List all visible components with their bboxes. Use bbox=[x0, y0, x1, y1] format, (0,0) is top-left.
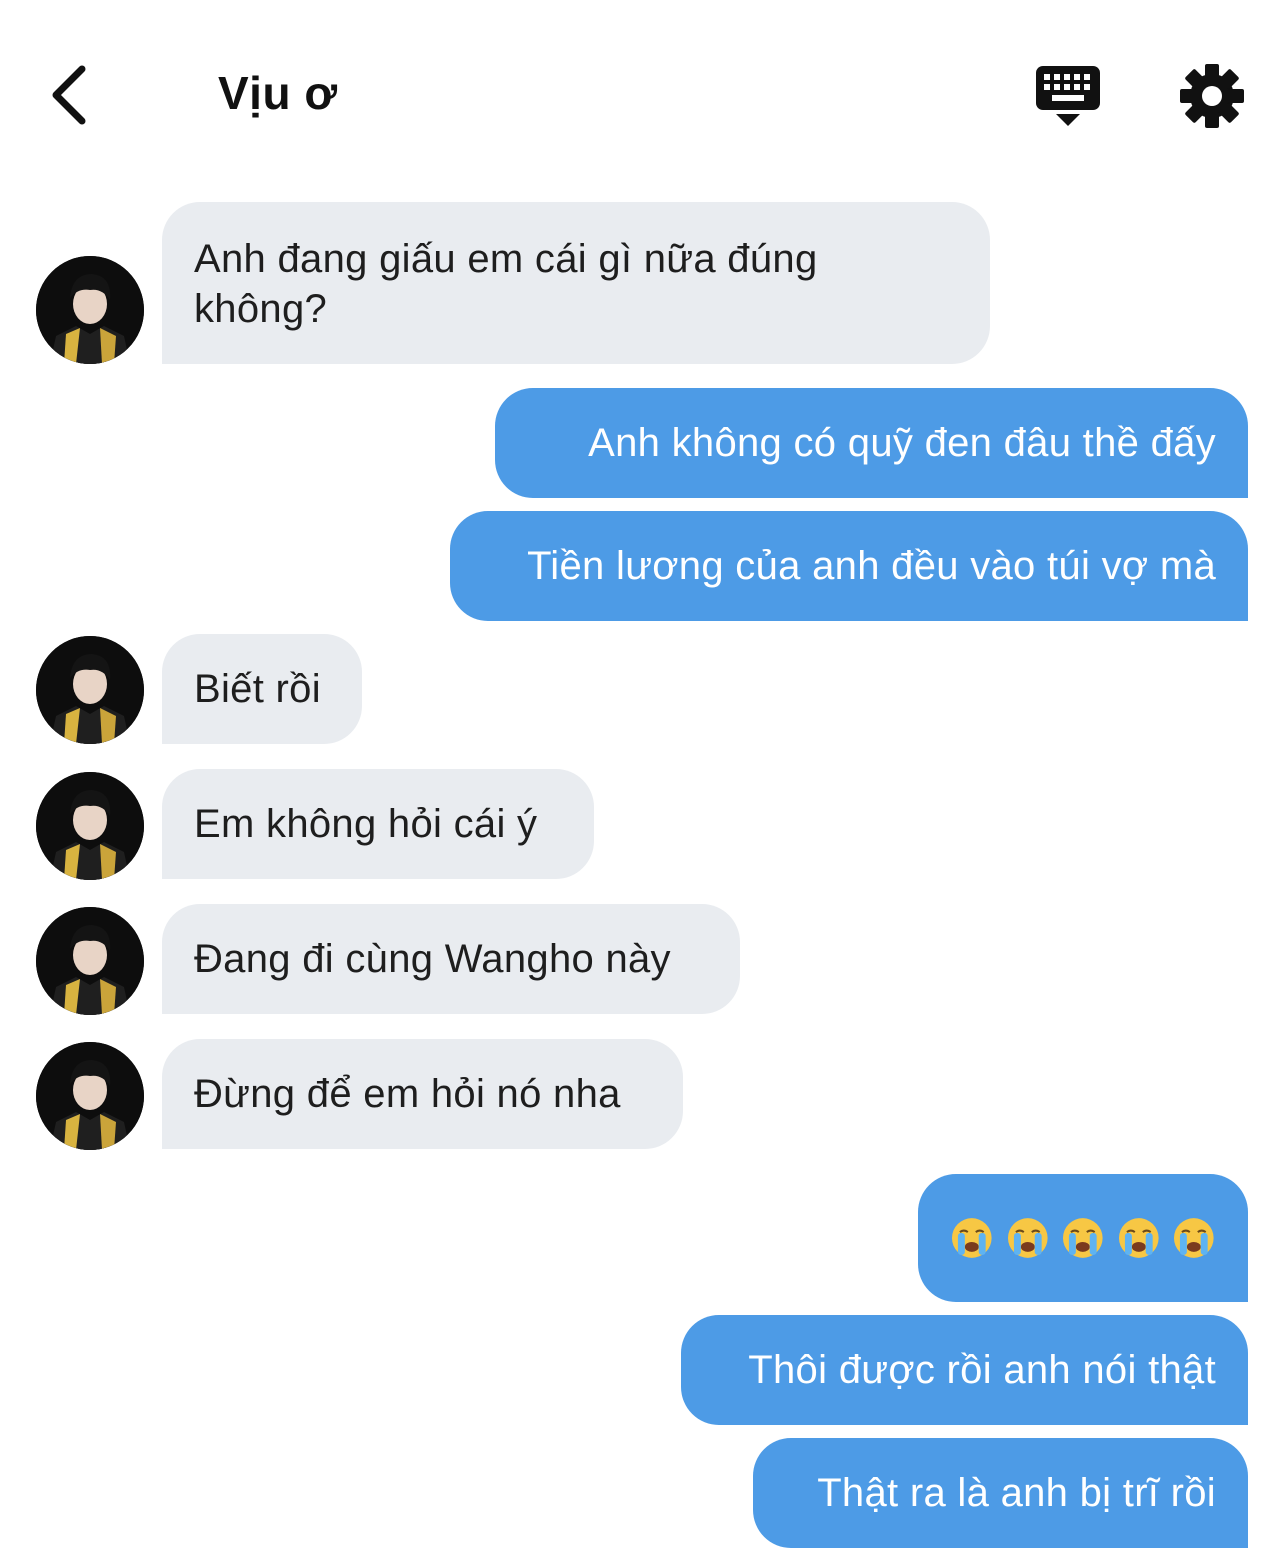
avatar-image bbox=[36, 256, 144, 364]
incoming-message[interactable]: Đang đi cùng Wangho này bbox=[162, 904, 740, 1014]
message-text: Thôi được rồi anh nói thật bbox=[748, 1348, 1216, 1392]
outgoing-emoji-message[interactable] bbox=[918, 1174, 1248, 1302]
avatar-image bbox=[36, 772, 144, 880]
loudly-crying-face-emoji bbox=[952, 1218, 992, 1258]
keyboard-button[interactable] bbox=[1032, 62, 1104, 132]
avatar-image bbox=[36, 1042, 144, 1150]
outgoing-message[interactable]: Thôi được rồi anh nói thật bbox=[681, 1315, 1248, 1425]
message-text: Tiền lương của anh đều vào túi vợ mà bbox=[527, 544, 1216, 588]
outgoing-message[interactable]: Anh không có quỹ đen đâu thề đấy bbox=[495, 388, 1248, 498]
outgoing-message[interactable]: Thật ra là anh bị trĩ rồi bbox=[753, 1438, 1248, 1548]
loudly-crying-face-emoji bbox=[1118, 1218, 1159, 1258]
avatar[interactable] bbox=[36, 636, 144, 744]
message-text: Đừng để em hỏi nó nha bbox=[194, 1072, 621, 1116]
chat-title: Vịu ơ bbox=[218, 67, 338, 119]
avatar-image bbox=[36, 636, 144, 744]
message-text: Biết rồi bbox=[194, 667, 321, 711]
keyboard-icon bbox=[1036, 66, 1100, 126]
message-text: Thật ra là anh bị trĩ rồi bbox=[817, 1471, 1216, 1515]
avatar[interactable] bbox=[36, 1042, 144, 1150]
message-text-line-1: Anh đang giấu em cái gì nữa đúng bbox=[194, 237, 818, 281]
message-text: Em không hỏi cái ý bbox=[194, 802, 538, 846]
loudly-crying-face-emoji bbox=[1174, 1218, 1215, 1258]
loudly-crying-face-emoji bbox=[1007, 1218, 1048, 1258]
incoming-message[interactable]: Anh đang giấu em cái gì nữa đúng không? bbox=[162, 202, 990, 364]
settings-button[interactable] bbox=[1178, 62, 1246, 130]
loudly-crying-face-emoji bbox=[1063, 1218, 1103, 1258]
gear-icon bbox=[1180, 64, 1244, 128]
outgoing-message[interactable]: Tiền lương của anh đều vào túi vợ mà bbox=[450, 511, 1248, 621]
avatar[interactable] bbox=[36, 256, 144, 364]
avatar-image bbox=[36, 907, 144, 1015]
incoming-message[interactable]: Em không hỏi cái ý bbox=[162, 769, 594, 879]
chevron-left-icon bbox=[52, 65, 86, 125]
incoming-message[interactable]: Biết rồi bbox=[162, 634, 362, 744]
incoming-message[interactable]: Đừng để em hỏi nó nha bbox=[162, 1039, 683, 1149]
message-text-line-2: không? bbox=[194, 287, 328, 331]
back-button[interactable] bbox=[40, 60, 96, 130]
avatar[interactable] bbox=[36, 907, 144, 1015]
message-text: Anh không có quỹ đen đâu thề đấy bbox=[588, 421, 1216, 465]
message-text: Đang đi cùng Wangho này bbox=[194, 937, 671, 981]
chat-header: Vịu ơ bbox=[0, 0, 1284, 190]
avatar[interactable] bbox=[36, 772, 144, 880]
